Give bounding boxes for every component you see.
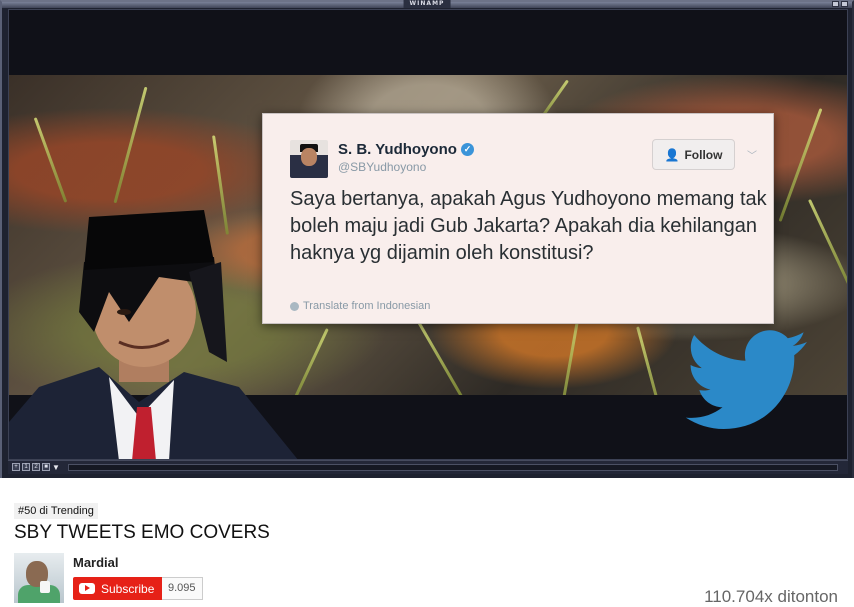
translate-link[interactable]: Translate from Indonesian: [290, 300, 430, 312]
dropdown-arrow-icon[interactable]: ▼: [52, 463, 60, 472]
tweet-card: S. B. Yudhoyono ✓ @SBYudhoyono 👤 Follow …: [262, 113, 774, 324]
subscribe-button[interactable]: Subscribe: [73, 577, 162, 600]
tweet-author-avatar[interactable]: [290, 140, 328, 178]
youtube-logo-icon: [79, 583, 95, 594]
video-title: SBY TWEETS EMO COVERS: [14, 522, 270, 543]
add-user-icon: 👤: [664, 147, 680, 162]
translate-label: Translate from Indonesian: [303, 300, 431, 312]
chevron-down-icon[interactable]: ﹀: [747, 147, 757, 162]
close-button[interactable]: [841, 1, 848, 7]
trending-badge[interactable]: #50 di Trending: [14, 503, 98, 519]
tweet-author-handle[interactable]: @SBYudhoyono: [338, 160, 426, 174]
twitter-bird-icon: [685, 330, 807, 429]
follow-button[interactable]: 👤 Follow: [652, 139, 735, 170]
size-1x-button[interactable]: 1: [22, 463, 30, 471]
follow-label: Follow: [684, 147, 723, 162]
channel-avatar[interactable]: [14, 553, 64, 603]
window-buttons: [832, 1, 848, 7]
channel-name[interactable]: Mardial: [73, 555, 119, 570]
winamp-controls: + 1 2 ■ ▼: [12, 463, 60, 472]
tweet-text: Saya bertanya, apakah Agus Yudhoyono mem…: [290, 188, 767, 264]
view-count: 110.704x ditonton: [704, 587, 838, 606]
tweet-author-name[interactable]: S. B. Yudhoyono: [338, 141, 457, 158]
video-frame[interactable]: S. B. Yudhoyono ✓ @SBYudhoyono 👤 Follow …: [8, 9, 848, 460]
minimize-button[interactable]: [832, 1, 839, 7]
size-2x-button[interactable]: 2: [32, 463, 40, 471]
subscriber-count: 9.095: [162, 577, 203, 600]
person-cutout-image: [9, 210, 298, 459]
winamp-control-strip: + 1 2 ■ ▼: [8, 460, 848, 474]
winamp-status-bar[interactable]: [68, 464, 838, 471]
winamp-title-bar[interactable]: WINAMP: [2, 0, 852, 8]
verified-badge-icon: ✓: [461, 143, 474, 156]
fullscreen-button[interactable]: +: [12, 463, 20, 471]
subscribe-label: Subscribe: [101, 581, 155, 596]
winamp-title: WINAMP: [403, 0, 451, 8]
misc-button[interactable]: ■: [42, 463, 50, 471]
winamp-video-window: WINAMP S. B. Yudhoyono ✓ @SBYudhoyono 👤 …: [0, 0, 854, 478]
letterbox-top: [9, 10, 847, 75]
